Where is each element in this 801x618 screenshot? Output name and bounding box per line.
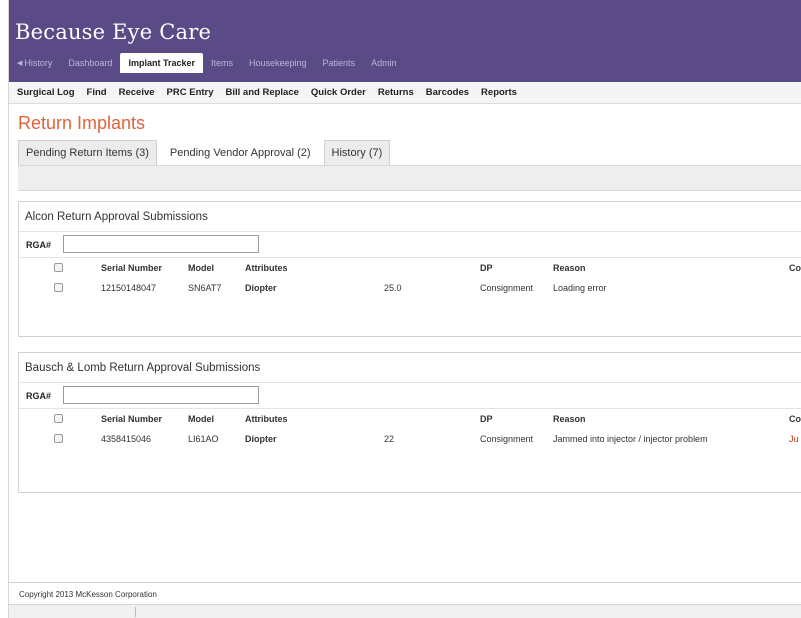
left-frame-edge (0, 0, 9, 618)
nav-item-label: History (24, 58, 53, 68)
bottom-status-bar (9, 604, 801, 618)
panel-title: Bausch & Lomb Return Approval Submission… (19, 353, 801, 383)
reason: Loading error (553, 283, 607, 293)
nav-item-patients[interactable]: Patients (315, 53, 364, 73)
rga-row: RGA# (19, 232, 801, 258)
nav-item-housekeeping[interactable]: Housekeeping (241, 53, 315, 73)
model: LI61AO (188, 434, 219, 444)
subnav-quick-order[interactable]: Quick Order (305, 87, 372, 98)
model: SN6AT7 (188, 283, 222, 293)
dp-value: Consignment (480, 434, 534, 444)
attribute-value: 25.0 (384, 283, 402, 293)
subnav-bill-and-replace[interactable]: Bill and Replace (220, 87, 305, 98)
page-footer: Copyright 2013 McKesson Corporation (9, 582, 801, 604)
serial-number: 4358415046 (101, 434, 152, 444)
col-reason[interactable]: Reason (553, 414, 586, 424)
serial-number: 12150148047 (101, 283, 157, 293)
rga-input[interactable] (63, 386, 259, 404)
subnav-barcodes[interactable]: Barcodes (420, 87, 475, 98)
col-co[interactable]: Co (789, 263, 801, 273)
subnav-find[interactable]: Find (81, 87, 113, 98)
col-model[interactable]: Model (188, 414, 214, 424)
attribute-value: 22 (384, 434, 395, 444)
tab-history[interactable]: History (7) (323, 140, 391, 165)
tab-pending-return-items[interactable]: Pending Return Items (3) (18, 140, 157, 165)
table-row: 12150148047 SN6AT7 Diopter 25.0 Consignm… (19, 278, 801, 298)
nav-item-items[interactable]: Items (203, 53, 241, 73)
rga-input[interactable] (63, 235, 259, 253)
col-co[interactable]: Co (789, 414, 801, 424)
subnav-surgical-log[interactable]: Surgical Log (11, 87, 81, 98)
subnav-receive[interactable]: Receive (113, 87, 161, 98)
tab-pending-vendor-approval[interactable]: Pending Vendor Approval (2) (162, 141, 318, 165)
tab-content-toolbar (18, 165, 801, 191)
copyright-text: Copyright 2013 McKesson Corporation (19, 590, 157, 599)
row-checkbox[interactable] (54, 434, 63, 443)
table-row: 4358415046 LI61AO Diopter 22 Consignment… (19, 429, 801, 449)
nav-item-dashboard[interactable]: Dashboard (60, 53, 120, 73)
alcon-approval-panel: Alcon Return Approval Submissions RGA# S… (18, 201, 801, 337)
col-attributes[interactable]: Attributes (245, 414, 288, 424)
nav-item-implant-tracker[interactable]: Implant Tracker (120, 53, 203, 73)
table-header: Serial Number Model Attributes DP Reason… (19, 258, 801, 278)
panel-title: Alcon Return Approval Submissions (19, 202, 801, 232)
col-model[interactable]: Model (188, 263, 214, 273)
nav-item-history[interactable]: ◀ History (9, 53, 60, 73)
subnav-prc-entry[interactable]: PRC Entry (161, 87, 220, 98)
sub-nav: Surgical Log Find Receive PRC Entry Bill… (9, 82, 801, 104)
col-attributes[interactable]: Attributes (245, 263, 288, 273)
select-all-checkbox[interactable] (54, 263, 63, 272)
col-reason[interactable]: Reason (553, 263, 586, 273)
col-serial-number[interactable]: Serial Number (101, 263, 162, 273)
tab-bar: Pending Return Items (3) Pending Vendor … (18, 139, 396, 165)
col-serial-number[interactable]: Serial Number (101, 414, 162, 424)
bausch-lomb-approval-panel: Bausch & Lomb Return Approval Submission… (18, 352, 801, 493)
rga-label: RGA# (26, 240, 52, 250)
rga-row: RGA# (19, 383, 801, 409)
attribute-name: Diopter (245, 434, 277, 444)
main-nav: ◀ History Dashboard Implant Tracker Item… (9, 53, 405, 73)
col-dp[interactable]: DP (480, 263, 493, 273)
left-arrow-icon: ◀ (17, 60, 23, 67)
app-title: Because Eye Care (15, 20, 212, 44)
co-value: Ju (789, 434, 799, 444)
app-header: Because Eye Care ◀ History Dashboard Imp… (9, 0, 801, 82)
row-checkbox[interactable] (54, 283, 63, 292)
status-divider (135, 607, 136, 617)
col-dp[interactable]: DP (480, 414, 493, 424)
nav-item-admin[interactable]: Admin (363, 53, 405, 73)
page-title: Return Implants (18, 113, 146, 133)
table-header: Serial Number Model Attributes DP Reason… (19, 409, 801, 429)
subnav-returns[interactable]: Returns (372, 87, 420, 98)
rga-label: RGA# (26, 391, 52, 401)
dp-value: Consignment (480, 283, 534, 293)
subnav-reports[interactable]: Reports (475, 87, 523, 98)
reason: Jammed into injector / injector problem (553, 434, 708, 444)
select-all-checkbox[interactable] (54, 414, 63, 423)
attribute-name: Diopter (245, 283, 277, 293)
